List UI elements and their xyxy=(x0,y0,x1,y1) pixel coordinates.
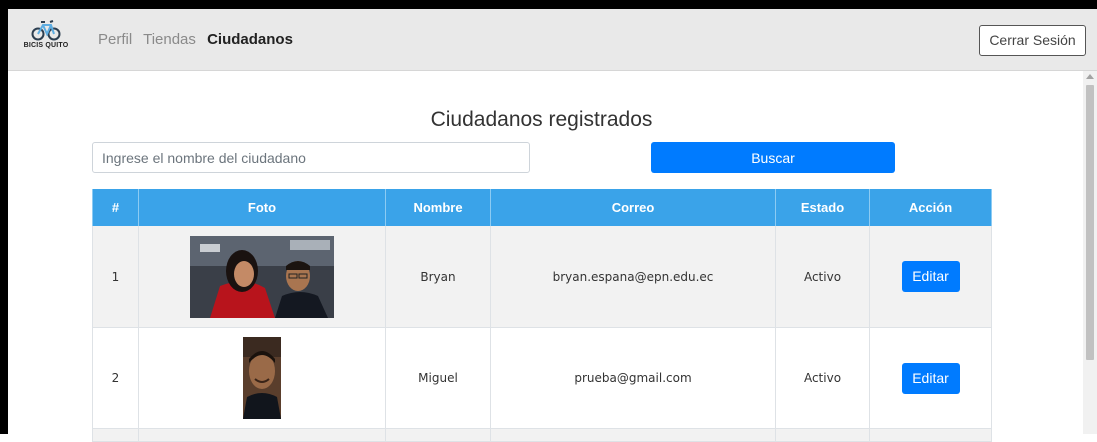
table-header-row: # Foto Nombre Correo Estado Acción xyxy=(92,189,992,226)
citizens-table: # Foto Nombre Correo Estado Acción 1 Bry… xyxy=(92,189,992,442)
table-row: 1 Bryan bryan.espana@epn.edu.ec Activo E… xyxy=(92,226,992,328)
edit-button[interactable]: Editar xyxy=(901,362,960,394)
column-header-number: # xyxy=(92,189,139,226)
scrollbar-thumb[interactable] xyxy=(1086,85,1094,360)
search-input[interactable] xyxy=(92,142,530,173)
action-cell: Editar xyxy=(869,226,992,328)
vertical-scrollbar[interactable] xyxy=(1083,71,1097,434)
citizen-name: Bryan xyxy=(385,226,491,328)
citizen-name: Miguel xyxy=(385,327,491,429)
nav-link-ciudadanos[interactable]: Ciudadanos xyxy=(207,31,293,48)
window-frame-top xyxy=(0,0,1097,9)
nav-link-perfil[interactable]: Perfil xyxy=(98,31,132,48)
search-button[interactable]: Buscar xyxy=(651,142,895,173)
citizen-photo xyxy=(243,337,281,419)
page-title: Ciudadanos registrados xyxy=(430,108,653,131)
column-header-name: Nombre xyxy=(385,189,491,226)
table-row: 2 Miguel prueba@gmail.com Activo Editar xyxy=(92,327,992,429)
status-badge: Activo xyxy=(775,327,870,429)
action-cell: Editar xyxy=(869,327,992,429)
brand-logo[interactable]: BICIS QUITO xyxy=(21,19,71,61)
status-badge: Activo xyxy=(775,226,870,328)
table-row xyxy=(92,428,992,442)
edit-button[interactable]: Editar xyxy=(901,261,960,292)
navbar: BICIS QUITO Perfil Tiendas Ciudadanos Ce… xyxy=(8,9,1097,71)
column-header-status: Estado xyxy=(775,189,870,226)
citizen-photo xyxy=(190,235,334,318)
nav-links: Perfil Tiendas Ciudadanos xyxy=(98,31,300,48)
column-header-action: Acción xyxy=(869,189,992,226)
row-number: 2 xyxy=(92,327,139,429)
citizen-email: bryan.espana@epn.edu.ec xyxy=(490,226,776,328)
citizen-email: prueba@gmail.com xyxy=(490,327,776,429)
nav-link-tiendas[interactable]: Tiendas xyxy=(143,31,196,48)
photo-cell xyxy=(138,226,386,328)
logo-text: BICIS QUITO xyxy=(23,42,69,49)
window-frame-left xyxy=(0,0,8,434)
column-header-photo: Foto xyxy=(138,189,386,226)
logout-button[interactable]: Cerrar Sesión xyxy=(979,25,1086,56)
bicycle-icon xyxy=(31,20,61,41)
column-header-email: Correo xyxy=(490,189,776,226)
row-number: 1 xyxy=(92,226,139,328)
scroll-up-icon[interactable] xyxy=(1086,74,1094,79)
photo-cell xyxy=(138,327,386,429)
